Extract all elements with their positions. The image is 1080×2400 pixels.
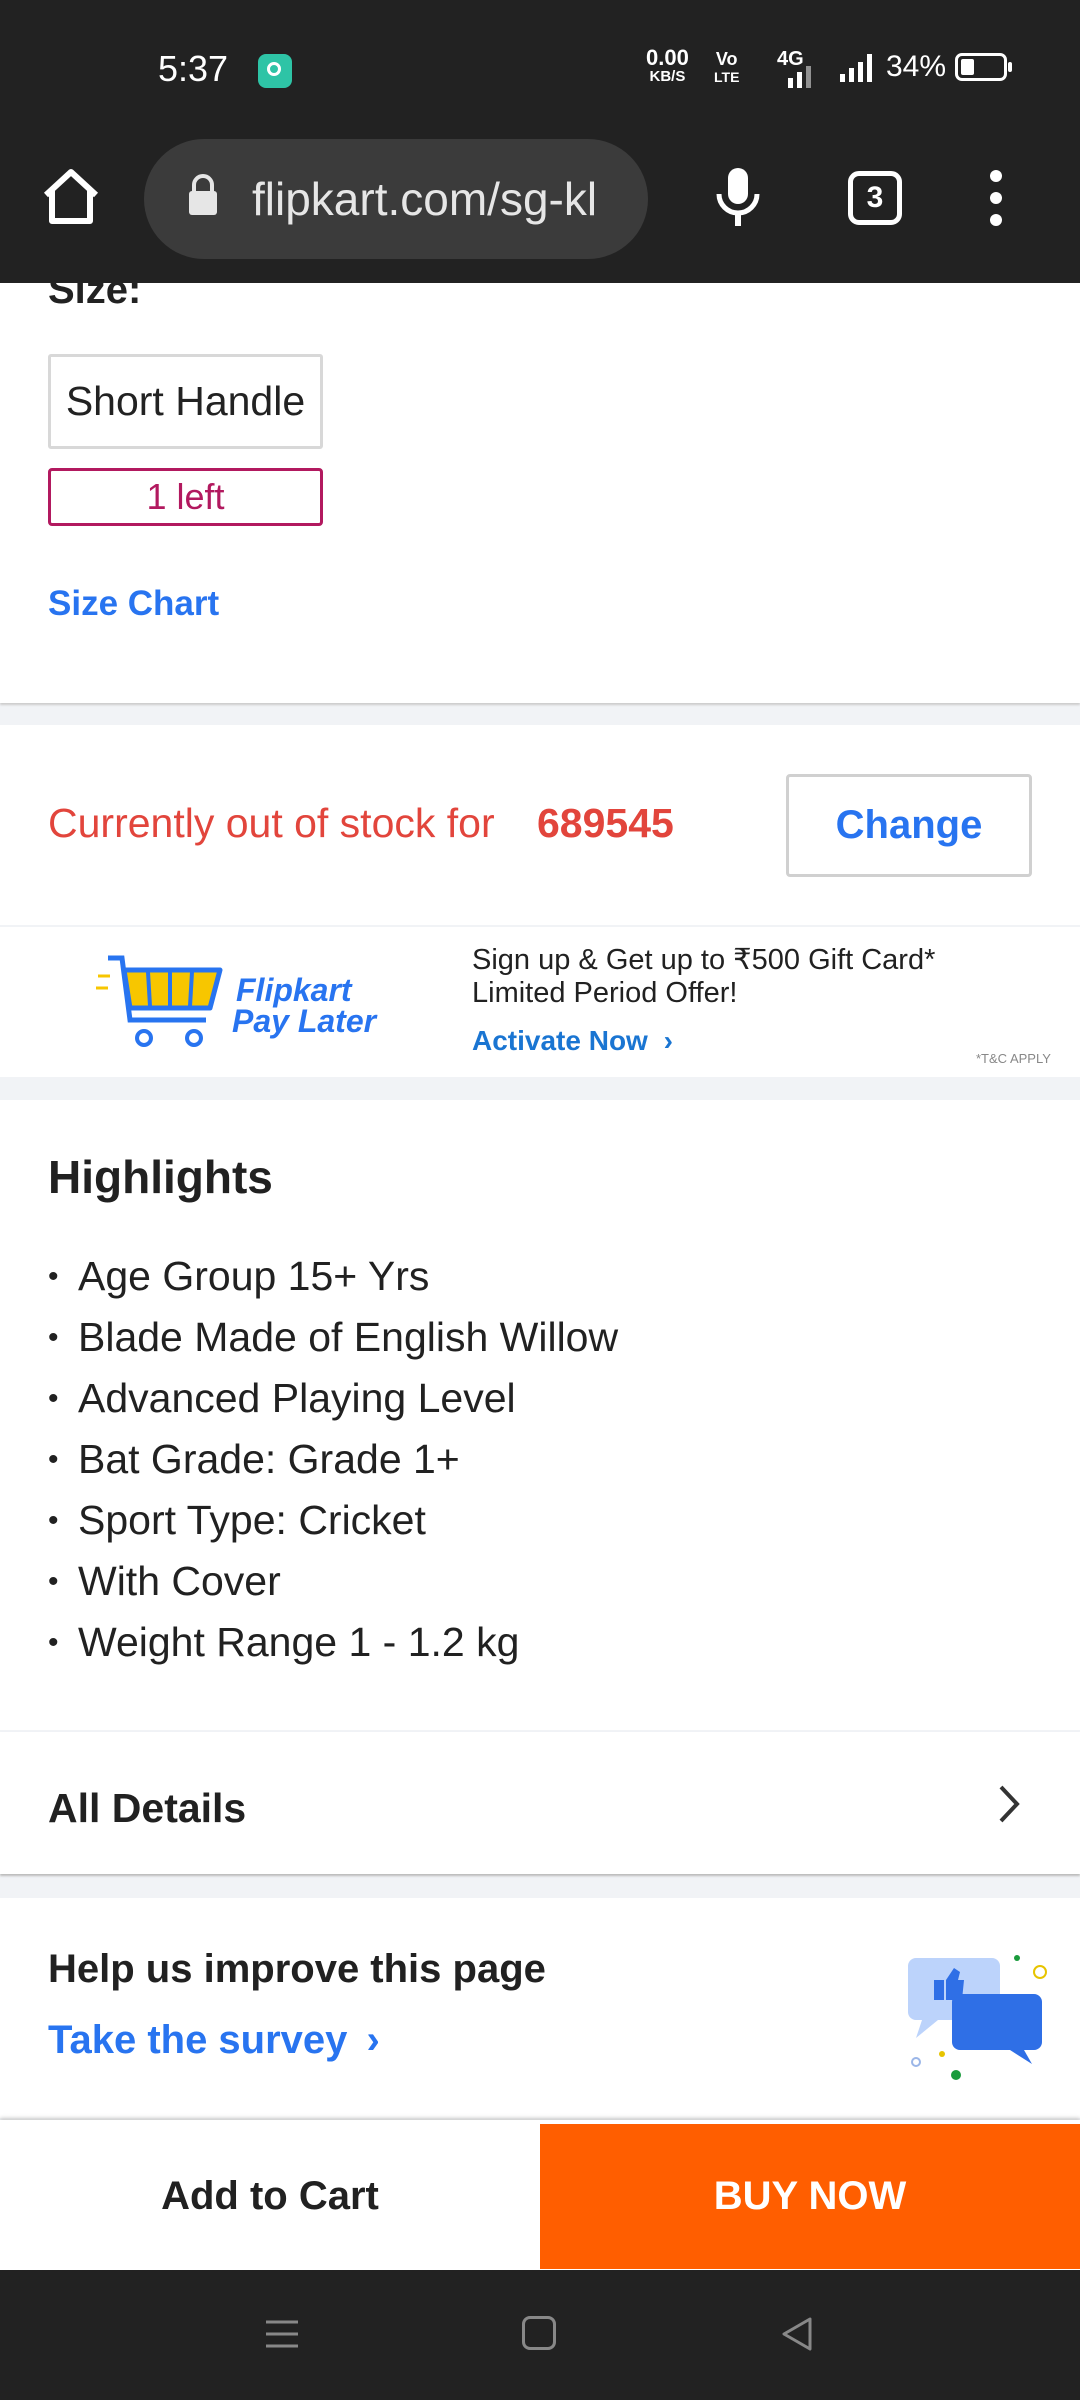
stock-message: Currently out of stock for <box>48 800 495 846</box>
volte-top: Vo <box>715 49 738 69</box>
highlight-text: Weight Range 1 - 1.2 kg <box>78 1619 520 1665</box>
size-chart-link[interactable]: Size Chart <box>48 584 219 624</box>
list-item: • Age Group 15+ Yrs <box>48 1253 430 1299</box>
battery-icon <box>955 53 1012 81</box>
highlight-text: With Cover <box>78 1558 281 1604</box>
home-nav-icon[interactable] <box>522 2316 556 2350</box>
signal-icon-1 <box>788 66 811 88</box>
stock-pincode: 689545 <box>537 800 674 846</box>
more-icon[interactable] <box>988 170 1004 226</box>
pay-later-offer-sub: Limited Period Offer! <box>472 977 738 1009</box>
buy-now-button[interactable]: BUY NOW <box>540 2124 1080 2269</box>
url-text[interactable]: flipkart.com/sg-kl <box>252 172 632 226</box>
all-details-label: All Details <box>48 1785 247 1831</box>
list-item: • Bat Grade: Grade 1+ <box>48 1436 460 1482</box>
list-item: • Blade Made of English Willow <box>48 1314 619 1360</box>
stock-left-badge: 1 left <box>48 468 323 526</box>
app-notification-icon <box>258 54 292 88</box>
size-option-short-handle[interactable]: Short Handle <box>48 354 323 449</box>
activate-now-label: Activate Now <box>472 1025 648 1056</box>
highlights-list: • Age Group 15+ Yrs • Blade Made of Englis… <box>48 1246 618 1673</box>
list-item: • Advanced Playing Level <box>48 1375 516 1421</box>
pay-later-offer: Sign up & Get up to ₹500 Gift Card* <box>472 944 936 976</box>
status-time: 5:37 <box>158 48 229 89</box>
tabs-icon[interactable]: 3 <box>848 171 902 225</box>
net-speed: 0.00 KB/S <box>646 45 689 86</box>
chevron-right-icon <box>999 1785 1020 1823</box>
back-icon[interactable] <box>780 2316 814 2352</box>
list-item: • Weight Range 1 - 1.2 kg <box>48 1619 520 1665</box>
survey-chat-icon <box>908 1955 1047 2080</box>
highlight-text: Bat Grade: Grade 1+ <box>78 1436 460 1482</box>
add-to-cart-button[interactable]: Add to Cart <box>0 2124 540 2269</box>
change-pincode-button[interactable]: Change <box>786 774 1032 877</box>
chevron-right-icon: › <box>366 2018 380 2062</box>
signal-icon-2 <box>840 54 872 82</box>
highlight-text: Sport Type: Cricket <box>78 1497 426 1543</box>
net-speed-value: 0.00 <box>646 45 689 70</box>
highlight-text: Advanced Playing Level <box>78 1375 516 1421</box>
net-speed-unit: KB/S <box>649 68 686 85</box>
pay-later-logo-line2: Pay Later <box>232 1003 377 1039</box>
battery-percent: 34% <box>886 50 947 83</box>
tc-note: *T&C APPLY <box>976 1051 1051 1066</box>
list-item: • With Cover <box>48 1558 281 1604</box>
take-survey-label: Take the survey <box>48 2018 348 2062</box>
activate-now-link[interactable]: Activate Now › <box>472 1025 673 1057</box>
take-survey-link[interactable]: Take the survey › <box>48 2018 380 2063</box>
highlight-text: Blade Made of English Willow <box>78 1314 619 1360</box>
chevron-right-icon: › <box>663 1025 673 1056</box>
lock-icon <box>189 174 217 215</box>
highlights-title: Highlights <box>48 1151 273 1203</box>
volte-indicator: Vo LTE <box>714 50 739 86</box>
home-icon[interactable] <box>40 165 102 227</box>
survey-title: Help us improve this page <box>48 1947 546 1991</box>
menu-icon[interactable] <box>264 2318 300 2350</box>
list-item: • Sport Type: Cricket <box>48 1497 426 1543</box>
cart-icon <box>96 955 223 1047</box>
mic-icon[interactable] <box>712 166 764 230</box>
highlight-text: Age Group 15+ Yrs <box>78 1253 430 1299</box>
volte-bottom: LTE <box>714 69 740 85</box>
